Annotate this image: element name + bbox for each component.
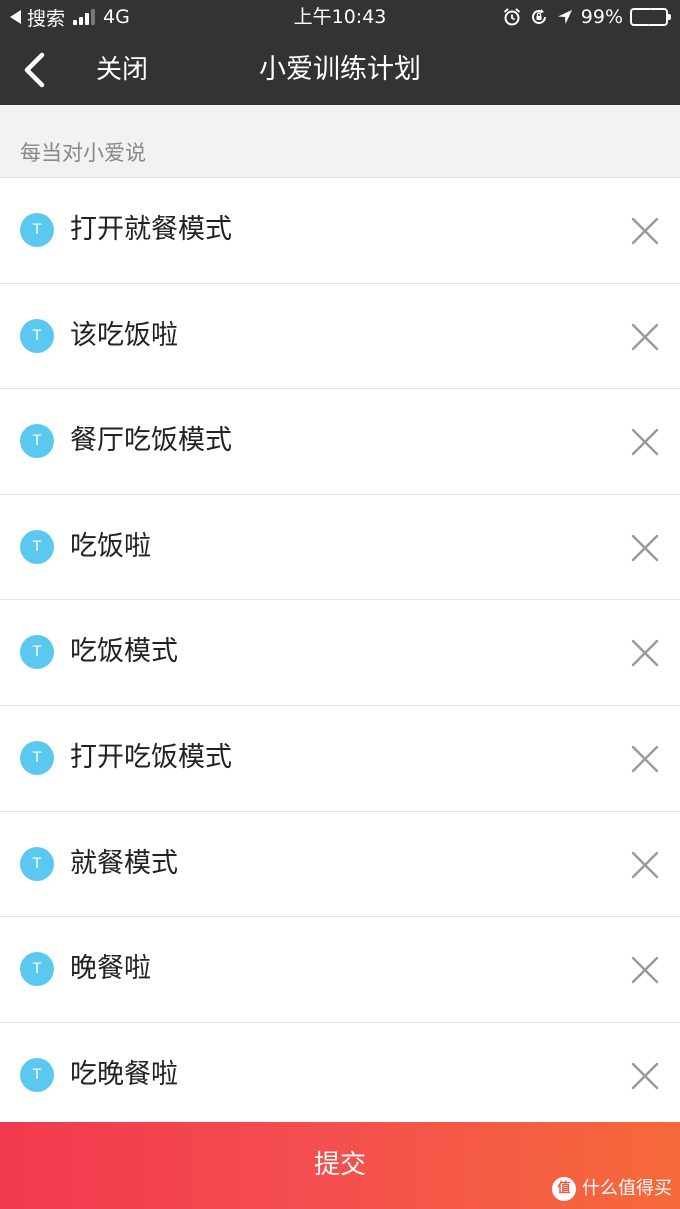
back-to-app-icon[interactable] [10, 10, 21, 24]
text-type-icon: T [20, 952, 54, 987]
text-type-icon: T [20, 529, 54, 564]
battery-percent: 99% [580, 6, 623, 28]
phrase-label: 餐厅吃饭模式 [70, 425, 232, 457]
phrase-label: 该吃饭啦 [70, 319, 178, 351]
list-item: T 吃饭啦 [0, 494, 680, 601]
phrase-label: 吃饭模式 [70, 636, 178, 668]
text-type-icon: T [20, 740, 54, 775]
delete-button[interactable] [630, 850, 660, 880]
text-type-icon: T [20, 213, 54, 247]
close-icon [631, 534, 659, 561]
close-icon [631, 956, 659, 984]
top-bar: 搜索 4G 上午10:43 99% 关闭 小爱训练计划 [0, 0, 680, 105]
watermark: 值 什么值得买 [552, 1176, 672, 1202]
delete-button[interactable] [630, 427, 660, 457]
phrase-label: 打开就餐模式 [70, 214, 232, 245]
status-left: 搜索 4G [10, 4, 130, 30]
list-item: T 就餐模式 [0, 811, 680, 918]
list-item: T 打开吃饭模式 [0, 705, 680, 812]
text-type-icon: T [20, 318, 54, 353]
phrase-label: 就餐模式 [70, 847, 178, 879]
close-icon [631, 217, 659, 245]
back-button[interactable] [18, 50, 50, 90]
delete-button[interactable] [630, 216, 660, 246]
list-item: T 吃晚餐啦 [0, 1022, 680, 1129]
delete-button[interactable] [630, 638, 660, 668]
text-type-icon: T [20, 635, 54, 670]
orientation-lock-icon [529, 7, 549, 27]
list-item: T 该吃饭啦 [0, 283, 680, 390]
close-icon [631, 851, 659, 878]
battery-icon [630, 8, 671, 26]
close-icon [631, 428, 659, 456]
chevron-left-icon [24, 52, 45, 88]
delete-button[interactable] [630, 322, 660, 352]
text-type-icon: T [20, 846, 54, 881]
watermark-text: 什么值得买 [582, 1178, 672, 1199]
close-icon [631, 745, 659, 773]
location-icon [556, 8, 574, 26]
close-button[interactable]: 关闭 [96, 54, 148, 86]
text-type-icon: T [20, 424, 54, 459]
watermark-logo-icon: 值 [552, 1177, 576, 1201]
delete-button[interactable] [630, 955, 660, 985]
alarm-icon [502, 7, 522, 27]
status-right: 99% [502, 4, 671, 30]
section-header: 每当对小爱说 [0, 105, 680, 178]
text-type-icon: T [20, 1057, 54, 1092]
section-header-label: 每当对小爱说 [20, 141, 146, 165]
list-item: T 打开就餐模式 [0, 178, 680, 284]
phrase-label: 打开吃饭模式 [70, 741, 232, 773]
page-title: 小爱训练计划 [259, 54, 421, 85]
network-label: 4G [103, 6, 130, 28]
delete-button[interactable] [630, 744, 660, 774]
list-item: T 晚餐啦 [0, 917, 680, 1023]
close-icon [631, 1062, 659, 1089]
close-icon [631, 323, 659, 350]
status-bar: 搜索 4G 上午10:43 99% [0, 0, 680, 34]
phrase-list: T 打开就餐模式 T 该吃饭啦 T 餐厅吃饭模式 T 吃饭啦 T 吃饭模式 T … [0, 178, 680, 1129]
list-item: T 吃饭模式 [0, 600, 680, 706]
phrase-label: 晚餐啦 [70, 953, 151, 985]
phrase-label: 吃饭啦 [70, 530, 151, 562]
delete-button[interactable] [630, 1061, 660, 1091]
phrase-label: 吃晚餐啦 [70, 1058, 178, 1090]
list-item: T 餐厅吃饭模式 [0, 389, 680, 495]
nav-bar: 关闭 小爱训练计划 [0, 34, 680, 105]
signal-icon [73, 9, 96, 25]
delete-button[interactable] [630, 533, 660, 563]
close-icon [631, 640, 659, 667]
back-app-label[interactable]: 搜索 [27, 4, 65, 31]
